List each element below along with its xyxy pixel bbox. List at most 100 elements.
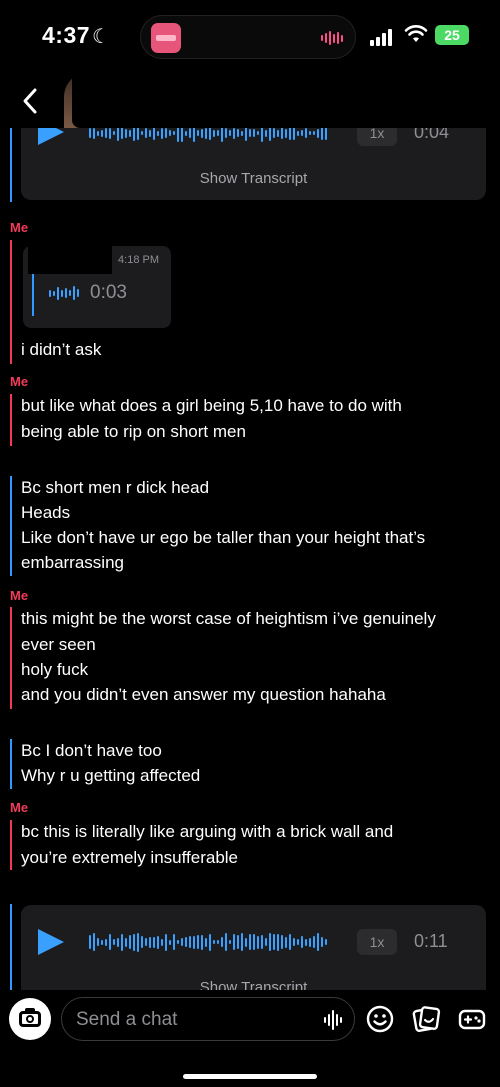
waveform-bar: [105, 938, 107, 946]
quote-bar: [32, 270, 34, 316]
waveform-bar: [273, 934, 275, 950]
waveform-bar: [321, 937, 323, 947]
waveform-bar: [273, 128, 275, 138]
waveform-bar: [293, 938, 295, 946]
waveform-bar: [209, 933, 211, 951]
waveform-bar: [133, 128, 135, 141]
waveform-bar: [161, 128, 163, 139]
waveform-bar: [129, 935, 131, 949]
waveform-bar: [169, 939, 171, 945]
cellular-signal-icon: [370, 28, 392, 46]
message-bar: [10, 904, 12, 990]
waveform-bar: [93, 128, 95, 139]
emoji-icon[interactable]: [365, 1004, 395, 1034]
redacted-contact-name: [72, 72, 334, 128]
waveform-bar: [233, 128, 235, 139]
waveform-bar: [301, 130, 303, 136]
dynamic-island[interactable]: [140, 15, 356, 59]
message-text: you’re extremely insufferable: [21, 848, 239, 867]
playback-speed-button[interactable]: 1x: [357, 128, 397, 146]
waveform-bar: [141, 936, 143, 948]
waveform-bar: [281, 935, 283, 949]
message-text: being able to rip on short men: [21, 422, 246, 441]
waveform-bar: [181, 128, 183, 142]
waveform-bar: [265, 129, 267, 137]
show-transcript-button[interactable]: Show Transcript: [21, 979, 486, 990]
message-text: i didn’t ask: [21, 340, 102, 359]
waveform-bar: [197, 935, 199, 949]
waveform-bar: [193, 935, 195, 949]
waveform-bar: [57, 286, 59, 300]
redacted-reply-name: [28, 246, 112, 274]
waveform-bar: [53, 290, 55, 296]
show-transcript-button[interactable]: Show Transcript: [21, 170, 486, 187]
camera-button[interactable]: [9, 998, 51, 1040]
voice-note[interactable]: 1x 0:04 Show Transcript: [21, 128, 486, 200]
waveform-bar: [145, 128, 147, 138]
message-text: Like don’t have ur ego be taller than yo…: [21, 528, 426, 547]
play-icon[interactable]: [38, 929, 64, 955]
waveform-bar: [325, 128, 327, 140]
waveform-bar: [133, 933, 135, 951]
message-bar: [10, 607, 12, 709]
chat-history[interactable]: 1x 0:04 Show Transcript Me 4:18 PM 0:03 …: [0, 128, 500, 990]
waveform-bar: [297, 939, 299, 945]
waveform-bar: [305, 128, 307, 138]
waveform-bar: [101, 939, 103, 945]
chat-header: [0, 72, 500, 130]
waveform-bar: [89, 935, 91, 949]
waveform-bar: [293, 128, 295, 140]
waveform-bar: [73, 286, 75, 300]
voice-note[interactable]: 1x 0:11 Show Transcript: [21, 905, 486, 990]
waveform-bar: [237, 935, 239, 949]
waveform-bar: [101, 129, 103, 137]
message-bar: [10, 476, 12, 576]
message-text: this might be the worst case of heightis…: [21, 609, 436, 628]
waveform: [89, 929, 327, 955]
waveform-bar: [137, 128, 139, 140]
waveform-bar: [257, 935, 259, 949]
waveform-bar: [49, 289, 51, 297]
waveform-bar: [141, 131, 143, 135]
waveform-bar: [113, 939, 115, 945]
waveform-bar: [225, 933, 227, 951]
waveform-bar: [261, 935, 263, 949]
waveform-bar: [153, 936, 155, 948]
waveform-bar: [221, 128, 223, 142]
message-text: bc this is literally like arguing with a…: [21, 822, 394, 841]
waveform-bar: [241, 130, 243, 136]
app-icon: [151, 23, 181, 53]
waveform-bar: [269, 933, 271, 951]
games-icon[interactable]: [457, 1004, 487, 1034]
home-indicator: [183, 1074, 317, 1079]
waveform-bar: [245, 937, 247, 947]
waveform-bar: [213, 129, 215, 137]
stickers-icon[interactable]: [411, 1004, 441, 1034]
waveform-bar: [261, 128, 263, 142]
waveform: [49, 286, 79, 300]
play-icon[interactable]: [38, 128, 64, 145]
waveform-bar: [181, 938, 183, 946]
waveform-bar: [89, 128, 91, 138]
waveform-bar: [217, 940, 219, 944]
waveform-bar: [277, 129, 279, 137]
message-timestamp: 4:18 PM: [118, 254, 159, 266]
message-text: Why r u getting affected: [21, 766, 201, 785]
playback-speed-button[interactable]: 1x: [357, 929, 397, 955]
waveform-bar: [325, 939, 327, 945]
chat-input[interactable]: [76, 1006, 296, 1034]
waveform-bar: [305, 938, 307, 946]
chevron-left-icon[interactable]: [18, 86, 44, 116]
waveform-bar: [241, 933, 243, 951]
waveform-bar: [69, 290, 71, 296]
waveform-bar: [277, 933, 279, 951]
waveform-bar: [213, 940, 215, 944]
waveform-bar: [217, 130, 219, 136]
waveform-bar: [249, 129, 251, 137]
chat-input-container[interactable]: [61, 997, 355, 1041]
waveform-bar: [109, 128, 111, 139]
waveform-bar: [165, 128, 167, 138]
sender-label-me: Me: [10, 374, 29, 389]
microphone-icon[interactable]: [324, 1010, 342, 1030]
waveform: [89, 128, 327, 146]
